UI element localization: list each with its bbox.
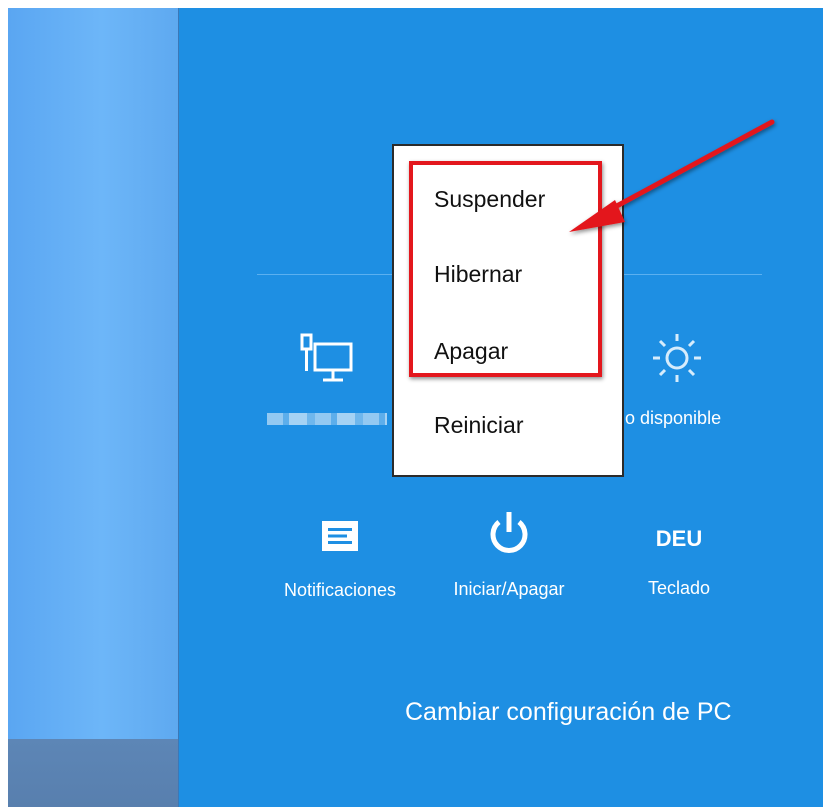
notifications-label: Notificaciones xyxy=(283,580,397,600)
brightness-tile[interactable] xyxy=(647,330,707,390)
notifications-icon xyxy=(265,516,415,556)
brightness-icon xyxy=(647,330,707,386)
settings-charm-panel: o disponible Notificaciones Iniciar/Apag… xyxy=(178,8,823,807)
keyboard-layout-code: DEU xyxy=(655,526,703,551)
power-tile[interactable]: Iniciar/Apagar xyxy=(434,506,584,600)
menu-item-suspend[interactable]: Suspender xyxy=(434,186,545,213)
keyboard-tile[interactable]: DEU Teclado xyxy=(604,522,754,599)
brightness-label: o disponible xyxy=(625,408,722,428)
power-options-menu: Suspender Hibernar Apagar Reiniciar xyxy=(392,144,624,477)
screenshot-frame: o disponible Notificaciones Iniciar/Apag… xyxy=(8,8,823,807)
network-icon xyxy=(297,333,357,389)
desktop-background xyxy=(8,8,178,739)
network-label xyxy=(267,413,387,425)
power-label: Iniciar/Apagar xyxy=(453,579,565,599)
menu-item-hibernate[interactable]: Hibernar xyxy=(434,261,522,288)
menu-item-shutdown[interactable]: Apagar xyxy=(434,338,508,365)
change-pc-settings-link[interactable]: Cambiar configuración de PC xyxy=(405,698,732,727)
taskbar[interactable] xyxy=(8,739,178,807)
menu-item-restart[interactable]: Reiniciar xyxy=(434,412,523,439)
keyboard-label: Teclado xyxy=(647,578,711,598)
notifications-tile[interactable]: Notificaciones xyxy=(265,516,415,601)
power-icon xyxy=(434,506,584,560)
network-tile[interactable] xyxy=(297,333,357,393)
